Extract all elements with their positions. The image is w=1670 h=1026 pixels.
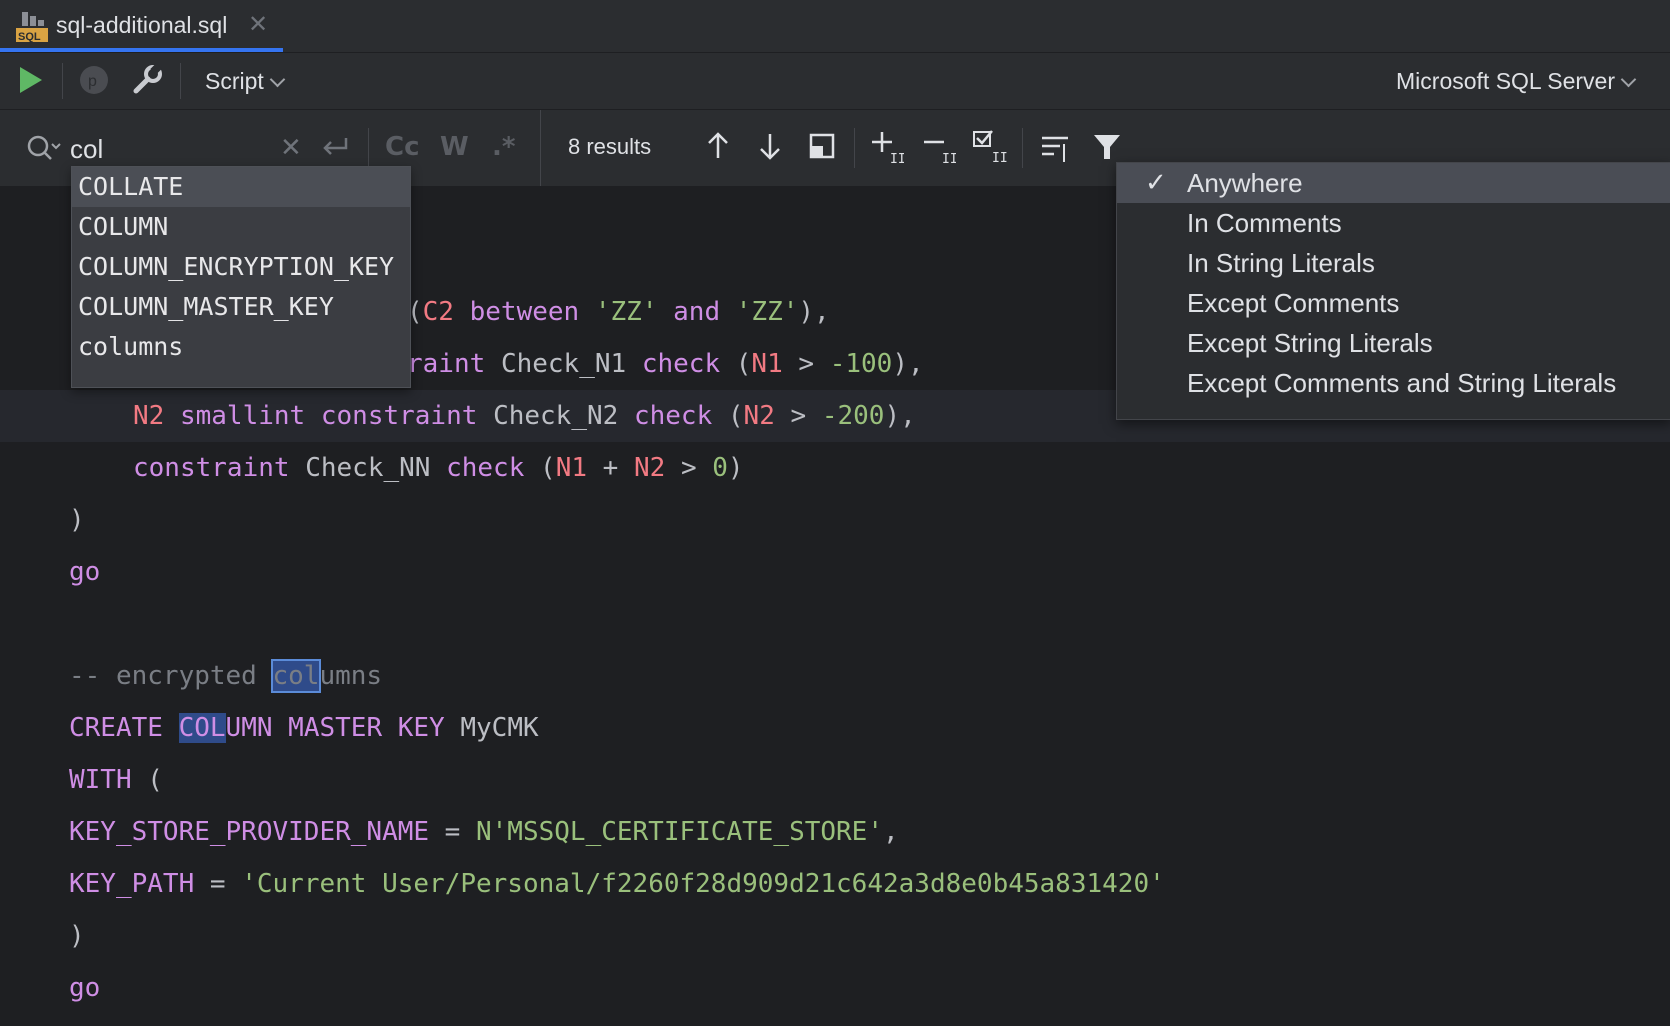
completion-item[interactable]: COLUMN_MASTER_KEY xyxy=(72,287,410,327)
arrow-up-icon[interactable] xyxy=(704,130,732,162)
execution-mode-label: Script xyxy=(205,68,264,94)
toolbar-separator xyxy=(62,63,63,99)
code-line: go xyxy=(69,557,101,587)
code-line: (C2 between 'ZZ' and 'ZZ'), xyxy=(407,297,830,327)
completion-item[interactable]: COLUMN xyxy=(72,207,410,247)
check-icon: ✓ xyxy=(1145,168,1167,198)
wrench-icon[interactable] xyxy=(130,63,164,97)
run-icon[interactable] xyxy=(18,65,44,95)
chevron-down-icon xyxy=(269,71,286,88)
code-line: KEY_PATH = 'Current User/Personal/f2260f… xyxy=(69,869,1165,899)
svg-text:SQL: SQL xyxy=(18,31,41,42)
code-line: CREATE COLUMN MASTER KEY MyCMK xyxy=(69,713,539,743)
completion-item[interactable]: COLLATE xyxy=(72,167,410,207)
clear-search-icon[interactable]: ✕ xyxy=(280,132,302,163)
select-all-occurrences-icon[interactable]: II xyxy=(972,128,1008,164)
find-separator xyxy=(1022,128,1023,168)
new-line-icon[interactable] xyxy=(320,134,350,162)
find-separator xyxy=(540,110,541,186)
code-line: ) xyxy=(69,921,85,951)
editor-tab[interactable]: SQL sql-additional.sql ✕ xyxy=(0,0,283,52)
whole-words-toggle[interactable]: W xyxy=(440,132,469,162)
datasource-dropdown[interactable]: Microsoft SQL Server xyxy=(1396,68,1637,95)
toolbar-separator xyxy=(180,63,181,99)
open-in-window-icon[interactable] xyxy=(808,132,836,160)
svg-text:II: II xyxy=(942,152,956,164)
search-input[interactable]: col xyxy=(70,134,103,165)
code-line: ) xyxy=(69,505,85,535)
scope-item-in-comments[interactable]: In Comments xyxy=(1117,203,1670,243)
add-selection-icon[interactable]: II xyxy=(870,130,904,164)
completion-item[interactable]: columns xyxy=(72,327,410,367)
svg-text:II: II xyxy=(890,152,904,164)
code-line: N2 smallint constraint Check_N2 check (N… xyxy=(133,401,916,431)
completion-popup: COLLATE COLUMN COLUMN_ENCRYPTION_KEY COL… xyxy=(71,166,411,388)
remove-selection-icon[interactable]: II xyxy=(922,130,956,164)
filter-icon[interactable] xyxy=(1092,132,1122,162)
active-tab-indicator xyxy=(0,48,283,52)
editor-tab-bar: SQL sql-additional.sql ✕ xyxy=(0,0,1670,53)
search-match-current: col xyxy=(270,659,322,693)
code-line: go xyxy=(69,973,101,1003)
datasource-label: Microsoft SQL Server xyxy=(1396,68,1615,94)
code-line: -- encrypted columns xyxy=(69,659,383,693)
results-count: 8 results xyxy=(568,134,652,159)
find-separator xyxy=(854,128,855,168)
scope-item-except-comments[interactable]: Except Comments xyxy=(1117,283,1670,323)
editor-toolbar: p Script Microsoft SQL Server xyxy=(0,53,1670,110)
multiline-icon[interactable] xyxy=(1040,132,1072,164)
code-line: raint Check_N1 check (N1 > -100), xyxy=(407,349,924,379)
sql-file-icon: SQL xyxy=(16,12,48,42)
completion-item[interactable]: COLUMN_ENCRYPTION_KEY xyxy=(72,247,410,287)
regex-toggle[interactable]: .* xyxy=(492,132,515,162)
search-match: COL xyxy=(178,713,226,743)
find-separator xyxy=(368,128,369,168)
svg-text:p: p xyxy=(88,73,97,90)
chevron-down-icon xyxy=(1620,71,1637,88)
code-line: KEY_STORE_PROVIDER_NAME = N'MSSQL_CERTIF… xyxy=(69,817,899,847)
search-history-icon[interactable] xyxy=(26,134,62,164)
search-scope-menu: ✓ Anywhere In Comments In String Literals… xyxy=(1116,162,1670,420)
scope-item-except-comments-and-strings[interactable]: Except Comments and String Literals xyxy=(1117,363,1670,403)
code-line: WITH ( xyxy=(69,765,163,795)
arrow-down-icon[interactable] xyxy=(756,130,784,162)
scope-item-in-string-literals[interactable]: In String Literals xyxy=(1117,243,1670,283)
scope-item-anywhere[interactable]: ✓ Anywhere xyxy=(1117,163,1670,203)
svg-text:II: II xyxy=(992,151,1008,164)
explain-plan-icon[interactable]: p xyxy=(78,64,110,96)
tab-filename: sql-additional.sql xyxy=(56,12,228,38)
execution-mode-dropdown[interactable]: Script xyxy=(205,68,286,95)
code-line: constraint Check_NN check (N1 + N2 > 0) xyxy=(133,453,744,483)
match-case-toggle[interactable]: Cc xyxy=(385,132,420,162)
close-tab-icon[interactable]: ✕ xyxy=(248,10,268,39)
scope-item-except-string-literals[interactable]: Except String Literals xyxy=(1117,323,1670,363)
